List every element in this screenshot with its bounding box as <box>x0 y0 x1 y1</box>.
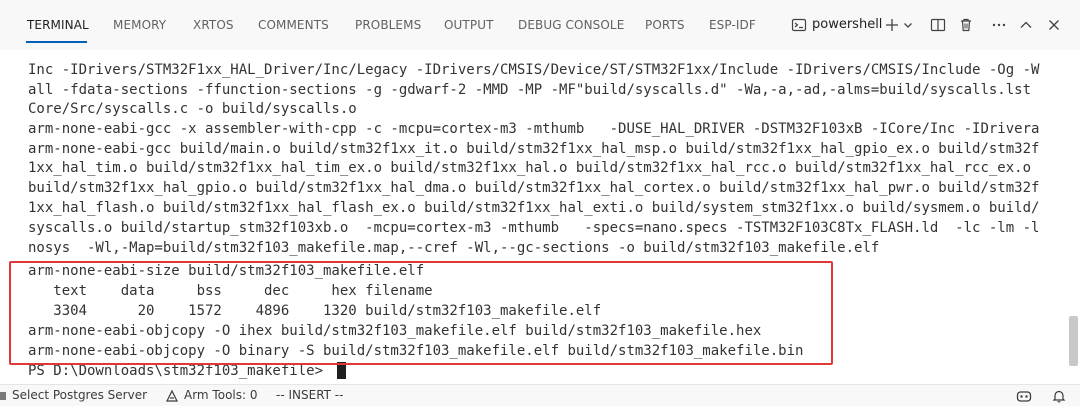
highlight-annotation-box <box>9 261 833 365</box>
terminal-icon[interactable] <box>788 14 810 36</box>
maximize-icon[interactable] <box>1015 14 1037 36</box>
plus-icon[interactable] <box>881 14 903 36</box>
trash-icon[interactable] <box>955 14 977 36</box>
arm-tools-status[interactable]: Arm Tools: 0 <box>184 388 258 402</box>
tab-xrtos[interactable]: XRTOS <box>193 18 234 32</box>
terminal-line: 1xx_hal_tim.o build/stm32f1xx_hal_tim_ex… <box>28 160 1032 176</box>
chevron-down-icon[interactable] <box>901 14 915 36</box>
close-icon[interactable] <box>1043 14 1065 36</box>
tab-problems[interactable]: PROBLEMS <box>355 18 421 32</box>
bell-icon[interactable] <box>1051 388 1067 404</box>
terminal-scrollbar-thumb[interactable] <box>1069 316 1078 366</box>
panel-tab-bar: TERMINAL MEMORY XRTOS COMMENTS PROBLEMS … <box>0 0 1080 50</box>
more-icon[interactable] <box>988 14 1010 36</box>
terminal-line: Inc -IDrivers/STM32F1xx_HAL_Driver/Inc/L… <box>28 62 1040 78</box>
terminal-line: arm-none-eabi-gcc build/main.o build/stm… <box>28 141 1040 157</box>
terminal-line: 1xx_hal_flash.o build/stm32f1xx_hal_flas… <box>28 200 1040 216</box>
shell-name-label[interactable]: powershell <box>812 17 882 32</box>
terminal-line: build/stm32f1xx_hal_gpio.o build/stm32f1… <box>28 180 1040 196</box>
terminal-line: arm-none-eabi-gcc -x assembler-with-cpp … <box>28 121 1040 137</box>
terminal-line: nosys -Wl,-Map=build/stm32f103_makefile.… <box>28 240 880 256</box>
tab-terminal[interactable]: TERMINAL <box>27 18 89 32</box>
split-icon[interactable] <box>927 14 949 36</box>
database-icon <box>0 388 10 404</box>
tab-memory[interactable]: MEMORY <box>113 18 166 32</box>
terminal-line: syscalls.o build/startup_stm32f103xb.o -… <box>28 220 1040 236</box>
terminal-line: Core/Src/syscalls.c -o build/syscalls.o <box>28 101 357 117</box>
copilot-icon[interactable] <box>1016 388 1032 404</box>
tab-output[interactable]: OUTPUT <box>444 18 494 32</box>
tab-ports[interactable]: PORTS <box>645 18 685 32</box>
tab-comments[interactable]: COMMENTS <box>258 18 329 32</box>
tab-esp-idf[interactable]: ESP-IDF <box>709 18 756 32</box>
terminal-line: all -fdata-sections -ffunction-sections … <box>28 82 1032 98</box>
status-bar: Select Postgres Server Arm Tools: 0 -- I… <box>0 384 1080 406</box>
tab-debug-console[interactable]: DEBUG CONSOLE <box>518 18 624 32</box>
arm-tools-icon <box>164 388 180 404</box>
active-tab-indicator <box>26 41 87 43</box>
vim-mode-indicator: -- INSERT -- <box>276 388 344 402</box>
select-postgres-server[interactable]: Select Postgres Server <box>12 388 147 402</box>
